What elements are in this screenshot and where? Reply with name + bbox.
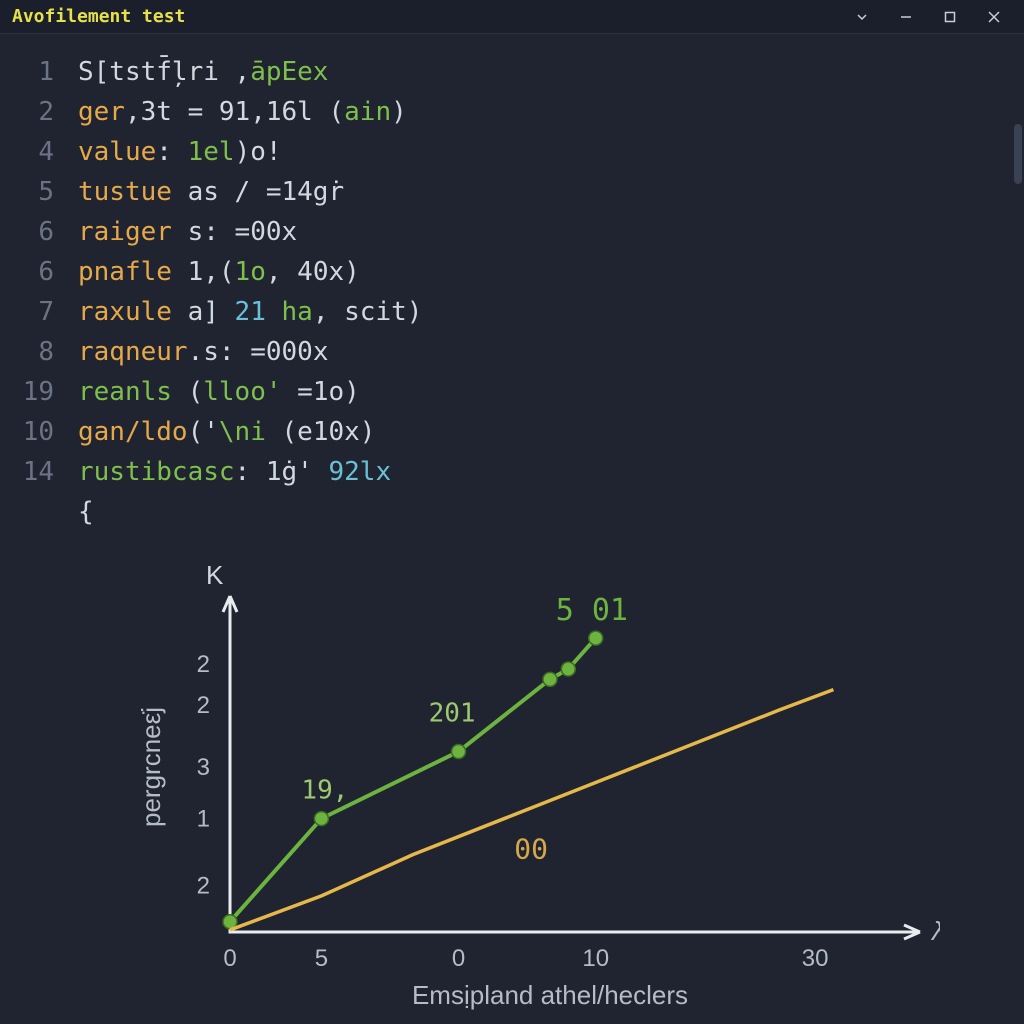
maximize-button[interactable]	[928, 2, 972, 32]
window-title: Avofilement test	[12, 6, 185, 27]
code-text: S[tstf̄l̦ri ,āpEex	[78, 52, 328, 92]
svg-text:3: 3	[197, 754, 210, 781]
svg-text:pergrcneε̇j: pergrcneε̇j	[136, 707, 166, 827]
line-number: 6	[10, 252, 78, 292]
code-text: rustibcasc: 1ġ' 92lx	[78, 452, 391, 492]
app-window: Avofilement test 1S[tstf̄l̦ri ,āpEex2ger…	[0, 0, 1024, 1024]
svg-text:2: 2	[197, 692, 210, 719]
svg-text:30: 30	[802, 945, 829, 972]
svg-text:K: K	[206, 560, 224, 590]
chart: Kλ 0 5 0 10 30 2 2 3 1 2 Emsịpland athel/heclers per…	[120, 552, 940, 1022]
line-number: 14	[10, 452, 78, 492]
code-editor[interactable]: 1S[tstf̄l̦ri ,āpEex2ger,3t = 91,16l (ain…	[10, 52, 1014, 532]
code-text: reanls (lloo' =1o)	[78, 372, 360, 412]
code-line[interactable]: {	[10, 492, 1014, 532]
code-line[interactable]: 2ger,3t = 91,16l (ain)	[10, 92, 1014, 132]
svg-text:λ: λ	[930, 916, 940, 946]
svg-text:2: 2	[197, 873, 210, 900]
code-text: {	[78, 492, 94, 532]
editor-content: 1S[tstf̄l̦ri ,āpEex2ger,3t = 91,16l (ain…	[0, 34, 1024, 1024]
code-line[interactable]: 6pnafle 1,(1o, 40x)	[10, 252, 1014, 292]
code-line[interactable]: 1S[tstf̄l̦ri ,āpEex	[10, 52, 1014, 92]
code-line[interactable]: 8raqneur.s: =000x	[10, 332, 1014, 372]
svg-text:0: 0	[452, 945, 465, 972]
line-number: 10	[10, 412, 78, 452]
code-line[interactable]: 6raiger s: =00x	[10, 212, 1014, 252]
svg-text:19,: 19,	[301, 776, 348, 806]
titlebar: Avofilement test	[0, 0, 1024, 34]
svg-text:Emsịpland athel/heclers: Emsịpland athel/heclers	[412, 980, 688, 1010]
code-text: gan/ldo('\ni (e10x)	[78, 412, 375, 452]
code-line[interactable]: 10gan/ldo('\ni (e10x)	[10, 412, 1014, 452]
line-number: 1	[10, 52, 78, 92]
chart-panel: Kλ 0 5 0 10 30 2 2 3 1 2 Emsịpland athel/heclers per…	[120, 552, 940, 1022]
line-number: 19	[10, 372, 78, 412]
code-text: raxule a] 21 ha, scit)	[78, 292, 422, 332]
line-number: 7	[10, 292, 78, 332]
minimize-button[interactable]	[884, 2, 928, 32]
svg-text:0: 0	[223, 945, 236, 972]
code-text: ger,3t = 91,16l (ain)	[78, 92, 407, 132]
scroll-thumb[interactable]	[1014, 124, 1022, 184]
close-button[interactable]	[972, 2, 1016, 32]
svg-text:00: 00	[514, 833, 548, 866]
svg-text:1: 1	[197, 806, 210, 833]
code-text: value: 1el)o!	[78, 132, 282, 172]
svg-text:10: 10	[582, 945, 609, 972]
line-number: 4	[10, 132, 78, 172]
line-number: 2	[10, 92, 78, 132]
code-line[interactable]: 19reanls (lloo' =1o)	[10, 372, 1014, 412]
svg-text:5: 5	[315, 945, 328, 972]
svg-text:2: 2	[197, 651, 210, 678]
code-line[interactable]: 7raxule a] 21 ha, scit)	[10, 292, 1014, 332]
code-text: pnafle 1,(1o, 40x)	[78, 252, 360, 292]
line-number: 6	[10, 212, 78, 252]
svg-text:201: 201	[429, 699, 476, 729]
code-line[interactable]: 4value: 1el)o!	[10, 132, 1014, 172]
code-text: raiger s: =00x	[78, 212, 297, 252]
vertical-scrollbar[interactable]	[1010, 34, 1024, 1024]
code-line[interactable]: 14rustibcasc: 1ġ' 92lx	[10, 452, 1014, 492]
dropdown-icon[interactable]	[840, 2, 884, 32]
line-number: 8	[10, 332, 78, 372]
code-text: tustue as / =14gṙ	[78, 172, 344, 212]
svg-text:5 01: 5 01	[556, 593, 628, 628]
line-number: 5	[10, 172, 78, 212]
code-text: raqneur.s: =000x	[78, 332, 328, 372]
code-line[interactable]: 5tustue as / =14gṙ	[10, 172, 1014, 212]
